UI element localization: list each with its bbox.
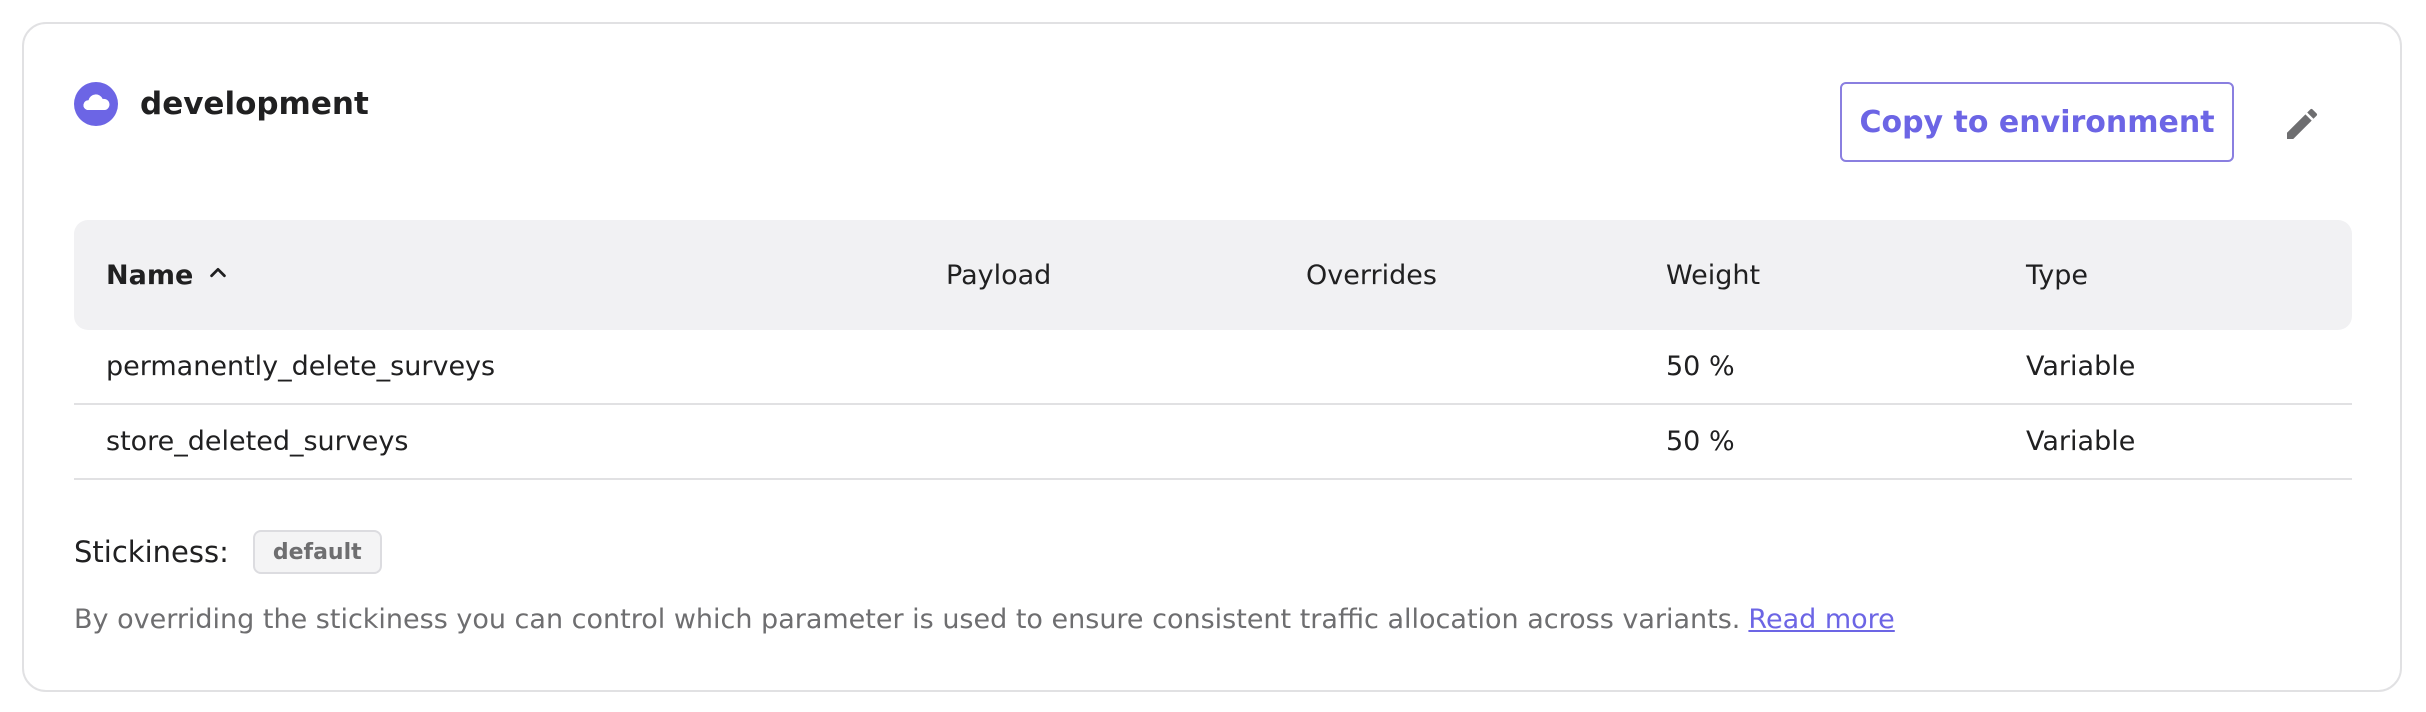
table-row: permanently_delete_surveys 50 % Variable bbox=[74, 330, 2352, 405]
stickiness-description: By overriding the stickiness you can con… bbox=[74, 604, 1895, 635]
variants-table: Name Payload Overrides Weight Type perma… bbox=[74, 220, 2352, 480]
column-header-weight: Weight bbox=[1666, 259, 1761, 291]
pencil-icon bbox=[2287, 108, 2318, 139]
column-header-type: Type bbox=[2026, 259, 2089, 291]
stickiness-section: Stickiness: default bbox=[74, 530, 382, 574]
stickiness-description-text: By overriding the stickiness you can con… bbox=[74, 604, 1741, 635]
column-header-name[interactable]: Name bbox=[106, 220, 229, 330]
environment-variants-card: development Copy to environment Name Pay… bbox=[22, 22, 2402, 692]
chevron-up-icon bbox=[207, 260, 229, 291]
column-header-payload: Payload bbox=[946, 259, 1052, 291]
stickiness-badge: default bbox=[252, 530, 382, 574]
variant-weight: 50 % bbox=[1666, 351, 1735, 382]
column-header-name-label: Name bbox=[106, 259, 194, 291]
edit-button[interactable] bbox=[2274, 96, 2330, 152]
variant-type: Variable bbox=[2026, 351, 2136, 382]
environment-title: development bbox=[140, 86, 369, 122]
variant-type: Variable bbox=[2026, 426, 2136, 457]
table-header: Name Payload Overrides Weight Type bbox=[74, 220, 2352, 330]
table-row: store_deleted_surveys 50 % Variable bbox=[74, 405, 2352, 480]
stickiness-label: Stickiness: bbox=[74, 535, 229, 569]
variant-name: store_deleted_surveys bbox=[106, 426, 409, 457]
environment-header: development bbox=[74, 82, 369, 126]
variant-weight: 50 % bbox=[1666, 426, 1735, 457]
cloud-icon bbox=[74, 82, 118, 126]
read-more-link[interactable]: Read more bbox=[1748, 604, 1894, 635]
column-header-overrides: Overrides bbox=[1306, 259, 1437, 291]
copy-to-environment-button[interactable]: Copy to environment bbox=[1840, 82, 2234, 162]
variant-name: permanently_delete_surveys bbox=[106, 351, 496, 382]
